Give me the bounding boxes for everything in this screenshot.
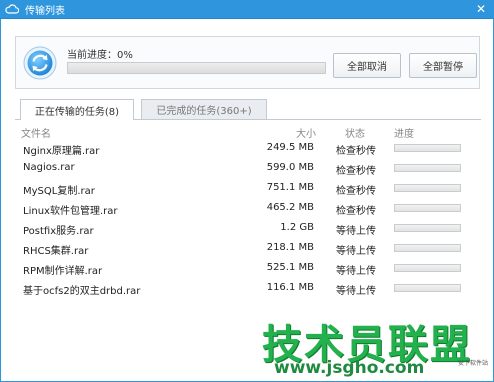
window-title: 传输列表 xyxy=(25,5,65,17)
task-status: 检查秒传 xyxy=(336,186,376,197)
task-file-size: 465.2 MB xyxy=(266,202,314,213)
watermark-tag: 安下软件站 xyxy=(458,360,489,367)
task-progress-bar xyxy=(394,184,461,192)
cancel-all-button[interactable]: 全部取消 xyxy=(333,53,401,78)
task-file-name: Postfix服务.rar xyxy=(23,226,94,237)
task-file-name: MySQL复制.rar xyxy=(23,186,95,197)
progress-label: 当前进度：0% xyxy=(67,50,133,61)
task-file-size: 525.1 MB xyxy=(266,262,314,273)
task-row[interactable]: 基于ocfs2的双主drbd.rar 116.1 MB 等待上传 xyxy=(0,279,494,299)
task-file-name: RHCS集群.rar xyxy=(23,246,89,257)
task-progress-bar xyxy=(394,284,461,292)
task-status: 检查秒传 xyxy=(336,166,376,177)
sync-icon xyxy=(23,46,57,80)
overall-progress-bar xyxy=(67,62,326,74)
task-progress-bar xyxy=(394,224,461,232)
task-status: 检查秒传 xyxy=(336,206,376,217)
task-file-size: 751.1 MB xyxy=(266,182,314,193)
task-status: 检查秒传 xyxy=(336,146,376,157)
tab-completed[interactable]: 已完成的任务(360+) xyxy=(141,99,267,119)
task-progress-bar xyxy=(394,144,461,152)
task-row[interactable]: Nginx原理篇.rar 249.5 MB 检查秒传 xyxy=(0,139,494,159)
task-file-name: Nginx原理篇.rar xyxy=(23,146,100,157)
column-header-name: 文件名 xyxy=(21,129,51,140)
task-row[interactable]: MySQL复制.rar 751.1 MB 检查秒传 xyxy=(0,179,494,199)
task-progress-bar xyxy=(394,204,461,212)
task-status: 等待上传 xyxy=(336,226,376,237)
task-file-name: Nagios.rar xyxy=(23,162,75,173)
task-row[interactable]: Linux软件包管理.rar 465.2 MB 检查秒传 xyxy=(0,199,494,219)
title-bar: 传输列表 ✕ xyxy=(0,0,494,19)
tab-in-progress[interactable]: 正在传输的任务(8) xyxy=(20,99,134,120)
task-status: 等待上传 xyxy=(336,246,376,257)
task-file-size: 599.0 MB xyxy=(266,162,314,173)
task-file-size: 116.1 MB xyxy=(266,282,314,293)
column-header-progress: 进度 xyxy=(394,129,414,140)
task-file-size: 1.2 GB xyxy=(280,222,314,233)
task-progress-bar xyxy=(394,164,461,172)
pause-all-button[interactable]: 全部暂停 xyxy=(409,53,477,78)
watermark-url: www.jsgho.com xyxy=(274,358,425,378)
task-row[interactable]: RHCS集群.rar 218.1 MB 等待上传 xyxy=(0,239,494,259)
cloud-icon xyxy=(5,4,19,14)
task-file-size: 218.1 MB xyxy=(266,242,314,253)
task-file-size: 249.5 MB xyxy=(266,142,314,153)
task-file-name: Linux软件包管理.rar xyxy=(23,206,118,217)
task-status: 等待上传 xyxy=(336,266,376,277)
task-status: 等待上传 xyxy=(336,286,376,297)
task-progress-bar xyxy=(394,244,461,252)
task-file-name: RPM制作详解.rar xyxy=(23,266,103,277)
task-row[interactable]: Nagios.rar 599.0 MB 检查秒传 xyxy=(0,159,494,179)
task-progress-bar xyxy=(394,264,461,272)
column-header-status: 状态 xyxy=(345,129,365,140)
close-icon[interactable]: ✕ xyxy=(474,2,488,16)
column-header-size: 大小 xyxy=(296,129,316,140)
task-row[interactable]: Postfix服务.rar 1.2 GB 等待上传 xyxy=(0,219,494,239)
task-row[interactable]: RPM制作详解.rar 525.1 MB 等待上传 xyxy=(0,259,494,279)
task-file-name: 基于ocfs2的双主drbd.rar xyxy=(23,286,141,297)
